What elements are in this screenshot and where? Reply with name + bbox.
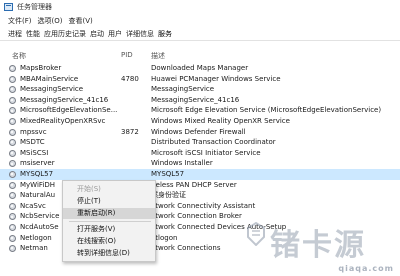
context-start-item[interactable]: 开始(S)	[63, 184, 155, 195]
service-name: MicrosoftEdgeElevationSe...	[20, 106, 118, 115]
service-name: MyWiFiDH	[20, 180, 56, 189]
service-gear-icon	[9, 75, 16, 83]
table-row[interactable]: MYSQL57 MYSQL57	[0, 168, 400, 180]
service-description: Downloaded Maps Manager	[151, 64, 249, 72]
tab-services[interactable]: 服务	[158, 29, 172, 39]
tab-bar: 进程 性能 应用历史记录 启动 用户 详细信息 服务	[0, 28, 400, 41]
service-gear-icon	[9, 107, 16, 115]
service-name: MessagingService_41c16	[20, 95, 109, 104]
table-row[interactable]: msiserver Windows Installer	[0, 158, 400, 169]
service-name: MBAMainService	[20, 74, 79, 83]
service-name: NcdAutoSe	[20, 222, 59, 231]
service-description: MessagingService_41c16	[151, 95, 240, 104]
service-name: NcaSvc	[20, 201, 46, 210]
service-gear-icon	[9, 223, 16, 231]
column-header: 名称 PID 描述	[0, 51, 400, 62]
service-description: Huawei PCManager Windows Service	[151, 74, 281, 83]
watermark-url: qiaqa.com	[338, 264, 394, 273]
column-pid[interactable]: PID	[121, 51, 133, 59]
table-row[interactable]: MSDTC Distributed Transaction Coordinator	[0, 137, 400, 148]
tab-details[interactable]: 详细信息	[126, 29, 154, 39]
service-gear-icon	[9, 192, 16, 200]
service-description: Windows Defender Firewall	[151, 127, 246, 136]
service-gear-icon	[9, 170, 16, 178]
table-row[interactable]: MBAMainService 4780 Huawei PCManager Windo…	[0, 74, 400, 85]
service-description: Distributed Transaction Coordinator	[151, 138, 276, 147]
table-row[interactable]: mpssvc 3872 Windows Defender Firewall	[0, 127, 400, 138]
service-gear-icon	[9, 86, 16, 94]
service-pid: 3872	[121, 127, 139, 136]
context-goto-details-item[interactable]: 转到详细信息(D)	[63, 248, 155, 259]
window-title: 任务管理器	[17, 3, 52, 11]
table-row[interactable]: MicrosoftEdgeElevationSe... Microsoft Edg…	[0, 105, 400, 116]
context-search-online-item[interactable]: 在线搜索(O)	[63, 236, 155, 247]
service-gear-icon	[9, 181, 16, 189]
column-name[interactable]: 名称	[12, 51, 26, 61]
table-row[interactable]: NaturalAu 然身份验证	[0, 190, 400, 201]
context-stop-item[interactable]: 停止(T)	[63, 196, 155, 207]
service-name: Netman	[20, 244, 48, 253]
table-row[interactable]: MessagingService MessagingService	[0, 84, 400, 95]
service-gear-icon	[9, 96, 16, 104]
service-gear-icon	[9, 202, 16, 210]
service-gear-icon	[9, 149, 16, 157]
task-manager-icon	[4, 3, 13, 11]
table-row[interactable]: MSiSCSI Microsoft iSCSI Initiator Service	[0, 148, 400, 159]
service-name: MYSQL57	[20, 169, 54, 178]
service-gear-icon	[9, 245, 16, 253]
context-open-services-item[interactable]: 打开服务(V)	[63, 224, 155, 235]
context-menu: 开始(S) 停止(T) 重新启动(R) 打开服务(V) 在线搜索(O) 转到详细…	[62, 180, 156, 262]
service-pid: 4780	[121, 74, 139, 83]
title-bar: 任务管理器	[0, 0, 400, 14]
service-gear-icon	[9, 128, 16, 136]
service-gear-icon	[9, 65, 16, 72]
service-description: MYSQL57	[151, 169, 185, 178]
column-description[interactable]: 描述	[151, 51, 165, 61]
service-description: Windows Installer	[151, 159, 213, 168]
menu-options[interactable]: 选项(O)	[38, 16, 63, 26]
tab-processes[interactable]: 进程	[8, 29, 22, 39]
service-description: Microsoft Edge Elevation Service (Micros…	[151, 106, 382, 115]
tab-performance[interactable]: 性能	[26, 29, 40, 39]
watermark-text: 锗卡源	[270, 228, 366, 263]
service-name: MessagingService	[20, 85, 84, 94]
service-name: NcbService	[20, 212, 60, 221]
service-gear-icon	[9, 213, 16, 221]
table-row[interactable]: MapsBroker Downloaded Maps Manager	[0, 63, 400, 74]
service-name: MapsBroker	[20, 64, 62, 72]
service-gear-icon	[9, 117, 16, 125]
tab-startup[interactable]: 启动	[90, 29, 104, 39]
tab-app-history[interactable]: 应用历史记录	[44, 29, 86, 39]
service-gear-icon	[9, 234, 16, 242]
service-name: msiserver	[20, 159, 55, 168]
table-row[interactable]: NcaSvc etwork Connectivity Assistant	[0, 201, 400, 212]
context-separator	[69, 221, 151, 222]
service-description: MessagingService	[151, 85, 215, 94]
service-gear-icon	[9, 139, 16, 147]
tab-users[interactable]: 用户	[108, 29, 122, 39]
service-description: 然身份验证	[151, 191, 186, 200]
service-name: MSDTC	[20, 138, 45, 147]
table-row[interactable]: MessagingService_41c16 MessagingService_4…	[0, 95, 400, 106]
menu-view[interactable]: 查看(V)	[68, 16, 92, 26]
service-description: etwork Connections	[151, 244, 221, 253]
service-name: NaturalAu	[20, 191, 56, 200]
service-name: Netlogon	[20, 233, 52, 242]
menu-bar: 文件(F) 选项(O) 查看(V)	[0, 14, 400, 27]
watermark-logo-icon	[247, 222, 265, 246]
table-row[interactable]: MyWiFiDH ireless PAN DHCP Server	[0, 180, 400, 191]
service-description: Microsoft iSCSI Initiator Service	[151, 148, 261, 157]
service-description: etwork Connectivity Assistant	[151, 201, 256, 210]
service-name: MSiSCSI	[20, 148, 49, 157]
table-row[interactable]: MixedRealityOpenXRSvc Windows Mixed Reali…	[0, 116, 400, 127]
service-description: Windows Mixed Reality OpenXR Service	[151, 116, 290, 125]
context-restart-item[interactable]: 重新启动(R)	[63, 208, 155, 219]
menu-file[interactable]: 文件(F)	[8, 16, 32, 26]
service-description: ireless PAN DHCP Server	[151, 180, 237, 189]
service-gear-icon	[9, 160, 16, 168]
service-name: MixedRealityOpenXRSvc	[20, 116, 106, 125]
service-name: mpssvc	[20, 127, 47, 136]
service-description: etwork Connection Broker	[151, 212, 242, 221]
watermark: 锗卡源 qiaqa.com	[246, 222, 396, 273]
